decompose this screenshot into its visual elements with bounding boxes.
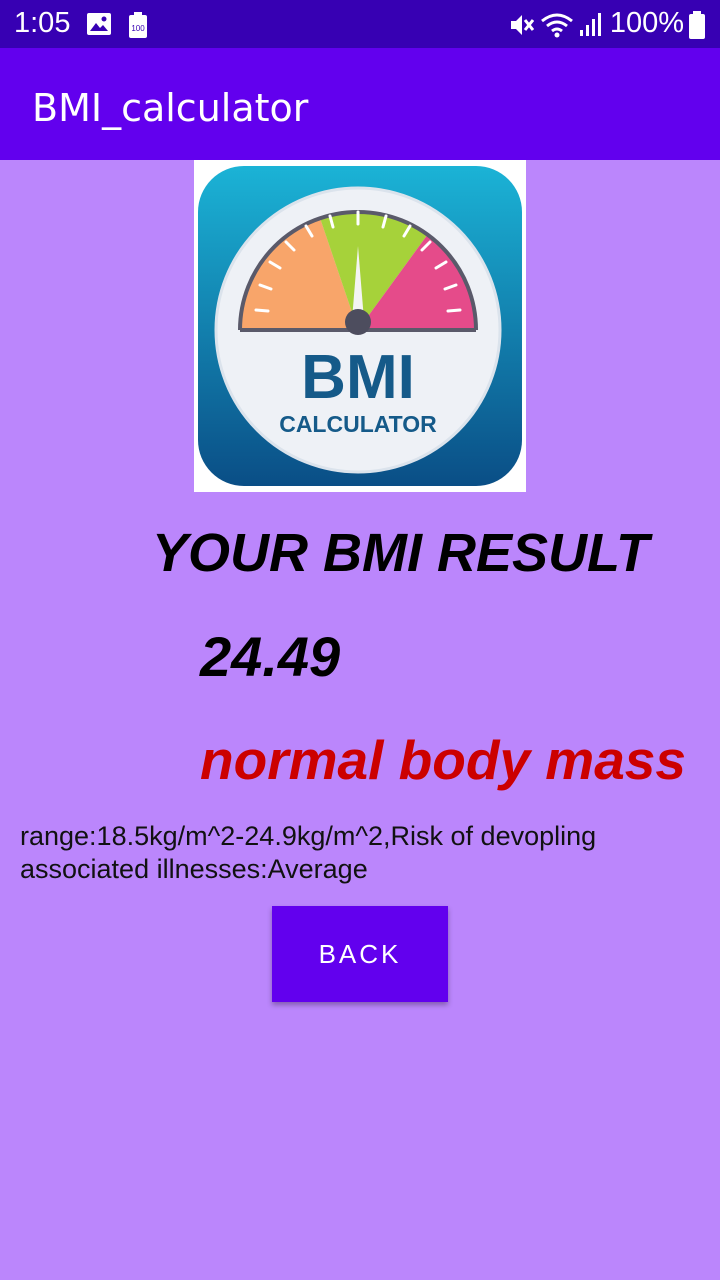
svg-text:100: 100 (131, 24, 145, 33)
image-icon (86, 12, 112, 41)
bmi-range-description: range:18.5kg/m^2-24.9kg/m^2,Risk of devo… (20, 821, 597, 884)
status-bar: 1:05 100 100% (0, 0, 720, 48)
wifi-icon (540, 12, 574, 43)
battery-icon (688, 11, 706, 44)
app-title: BMI_calculator (32, 86, 309, 130)
app-bar: BMI_calculator (0, 48, 720, 160)
battery-percent: 100% (609, 7, 684, 39)
bmi-calculator-logo: BMI CALCULATOR (194, 160, 526, 492)
status-time: 1:05 (14, 7, 71, 39)
bmi-value: 24.49 (200, 625, 341, 688)
battery-saver-icon: 100 (128, 12, 148, 43)
logo-small-text: CALCULATOR (279, 411, 437, 437)
signal-icon (578, 12, 604, 43)
result-title: YOUR BMI RESULT (152, 523, 649, 583)
bmi-category: normal body mass (200, 729, 686, 791)
mute-icon (508, 12, 535, 43)
logo-big-text: BMI (301, 343, 415, 412)
back-button[interactable]: BACK (272, 906, 448, 1002)
